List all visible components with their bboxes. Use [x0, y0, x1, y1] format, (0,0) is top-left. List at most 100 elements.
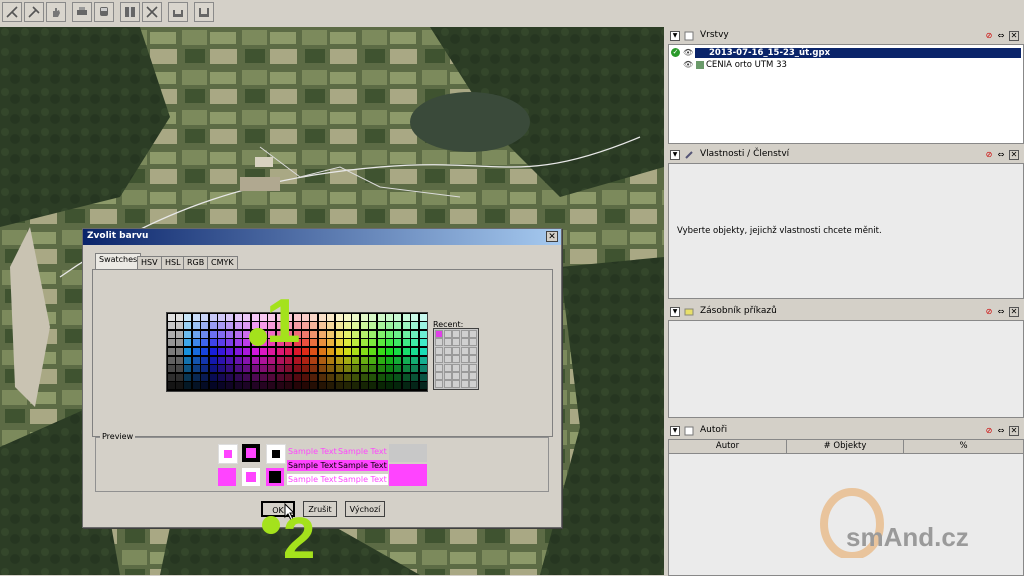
color-swatch[interactable]	[217, 356, 225, 364]
color-swatch[interactable]	[411, 322, 419, 330]
color-swatch[interactable]	[184, 339, 192, 347]
color-swatch[interactable]	[419, 339, 427, 347]
color-swatch[interactable]	[217, 347, 225, 355]
color-swatch[interactable]	[243, 313, 251, 321]
color-swatch[interactable]	[209, 322, 217, 330]
color-swatch[interactable]	[377, 365, 385, 373]
color-swatch[interactable]	[310, 330, 318, 338]
color-swatch[interactable]	[352, 330, 360, 338]
color-swatch[interactable]	[301, 339, 309, 347]
color-swatch[interactable]	[192, 313, 200, 321]
color-swatch[interactable]	[234, 373, 242, 381]
color-swatch[interactable]	[352, 382, 360, 390]
color-swatch[interactable]	[402, 365, 410, 373]
color-swatch[interactable]	[419, 347, 427, 355]
color-swatch[interactable]	[385, 339, 393, 347]
color-swatch[interactable]	[251, 365, 259, 373]
color-swatch[interactable]	[360, 339, 368, 347]
recent-swatch[interactable]	[469, 372, 478, 380]
measure-tool-button[interactable]	[24, 2, 44, 22]
close-icon[interactable]: ✕	[1009, 31, 1019, 41]
color-swatch[interactable]	[167, 347, 175, 355]
color-swatch[interactable]	[352, 373, 360, 381]
color-swatch[interactable]	[369, 373, 377, 381]
color-swatch[interactable]	[226, 382, 234, 390]
collapse-icon[interactable]: ▼	[670, 31, 680, 41]
color-swatch[interactable]	[234, 322, 242, 330]
color-swatch[interactable]	[327, 382, 335, 390]
hide-panel-icon[interactable]: ⊘	[984, 150, 994, 160]
recent-swatch[interactable]	[452, 346, 461, 355]
color-swatch[interactable]	[192, 382, 200, 390]
pan-tool-button[interactable]	[46, 2, 66, 22]
dialog-titlebar[interactable]: Zvolit barvu ✕	[83, 229, 561, 245]
color-swatch[interactable]	[343, 347, 351, 355]
color-swatch[interactable]	[411, 382, 419, 390]
recent-swatch[interactable]	[435, 346, 443, 355]
color-swatch[interactable]	[251, 382, 259, 390]
color-swatch[interactable]	[402, 382, 410, 390]
color-swatch[interactable]	[394, 356, 402, 364]
color-swatch[interactable]	[402, 347, 410, 355]
recent-swatch[interactable]	[460, 330, 469, 338]
color-swatch[interactable]	[402, 313, 410, 321]
column-header-percent[interactable]: %	[904, 440, 1023, 454]
color-swatch[interactable]	[293, 356, 301, 364]
color-swatch[interactable]	[327, 373, 335, 381]
recent-swatch[interactable]	[435, 355, 443, 364]
color-swatch[interactable]	[268, 356, 276, 364]
color-swatch[interactable]	[327, 365, 335, 373]
color-swatch[interactable]	[259, 373, 267, 381]
export-button[interactable]	[168, 2, 188, 22]
color-swatch[interactable]	[243, 373, 251, 381]
color-swatch[interactable]	[402, 356, 410, 364]
recent-swatch[interactable]	[460, 372, 469, 380]
color-swatch[interactable]	[293, 365, 301, 373]
color-swatch[interactable]	[192, 339, 200, 347]
color-swatch[interactable]	[327, 339, 335, 347]
color-swatch[interactable]	[234, 356, 242, 364]
color-swatch[interactable]	[259, 356, 267, 364]
tab-cmyk[interactable]: CMYK	[207, 256, 238, 270]
color-swatch[interactable]	[385, 382, 393, 390]
color-swatch[interactable]	[201, 347, 209, 355]
color-swatch[interactable]	[209, 313, 217, 321]
color-swatch[interactable]	[352, 322, 360, 330]
color-swatch[interactable]	[184, 382, 192, 390]
color-swatch[interactable]	[192, 373, 200, 381]
eye-icon[interactable]: 👁	[683, 48, 693, 57]
recent-swatch[interactable]	[443, 372, 452, 380]
recent-swatch[interactable]	[452, 363, 461, 372]
color-swatch[interactable]	[276, 373, 284, 381]
color-swatch[interactable]	[234, 330, 242, 338]
color-swatch[interactable]	[343, 330, 351, 338]
color-swatch[interactable]	[167, 365, 175, 373]
color-swatch[interactable]	[184, 322, 192, 330]
color-swatch[interactable]	[201, 382, 209, 390]
color-swatch[interactable]	[301, 347, 309, 355]
color-swatch[interactable]	[318, 313, 326, 321]
color-swatch[interactable]	[184, 347, 192, 355]
collapse-icon[interactable]: ▼	[670, 307, 680, 317]
color-swatch[interactable]	[276, 382, 284, 390]
color-swatch[interactable]	[343, 365, 351, 373]
color-swatch[interactable]	[352, 347, 360, 355]
color-swatch[interactable]	[301, 330, 309, 338]
color-swatch[interactable]	[335, 365, 343, 373]
color-swatch[interactable]	[301, 373, 309, 381]
color-swatch[interactable]	[301, 313, 309, 321]
recent-swatch[interactable]	[443, 363, 452, 372]
color-swatch[interactable]	[209, 373, 217, 381]
tab-hsv[interactable]: HSV	[137, 256, 162, 270]
color-swatch[interactable]	[217, 322, 225, 330]
color-swatch[interactable]	[419, 373, 427, 381]
color-swatch[interactable]	[243, 322, 251, 330]
color-swatch[interactable]	[352, 365, 360, 373]
color-swatch[interactable]	[377, 373, 385, 381]
recent-swatch[interactable]	[435, 338, 443, 347]
color-swatch[interactable]	[394, 339, 402, 347]
color-swatch[interactable]	[369, 365, 377, 373]
color-swatch[interactable]	[226, 347, 234, 355]
color-swatch[interactable]	[402, 322, 410, 330]
recent-swatch[interactable]	[469, 330, 478, 338]
